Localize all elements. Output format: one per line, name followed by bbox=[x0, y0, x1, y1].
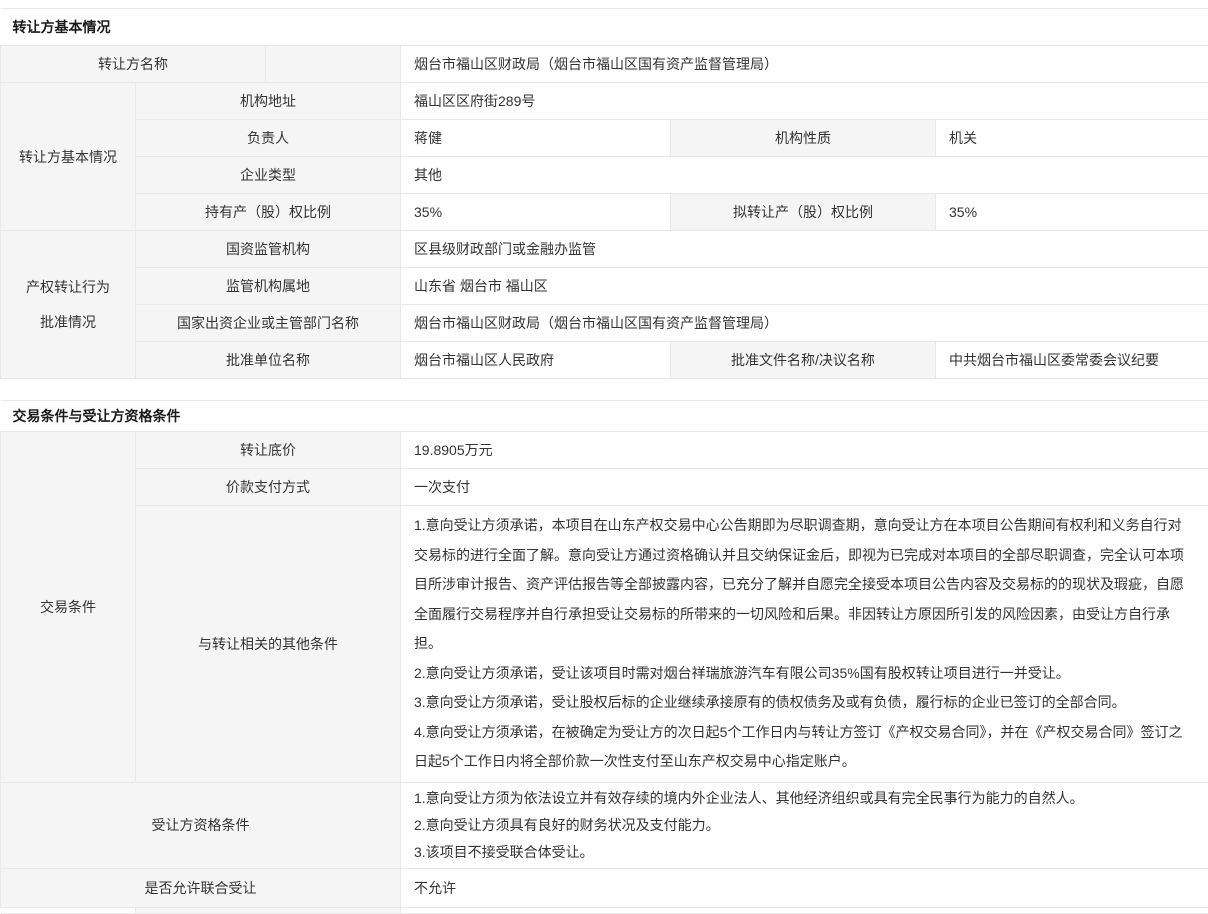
clipped-cell bbox=[1, 907, 136, 913]
row-clipped-bottom bbox=[1, 907, 1208, 913]
approval-group-label: 产权转让行为 批准情况 bbox=[1, 231, 136, 379]
enterprise-type-value: 其他 bbox=[401, 157, 1208, 194]
principal-label: 负责人 bbox=[136, 120, 401, 157]
qualification-value: 1.意向受让方须为依法设立并有效存续的境内外企业法人、其他经济组织或具有完全民事… bbox=[401, 782, 1208, 868]
regulator-value: 区县级财政部门或金融办监管 bbox=[401, 231, 1208, 268]
row-enterprise-type: 企业类型 其他 bbox=[1, 157, 1208, 194]
other-conditions-label: 与转让相关的其他条件 bbox=[136, 506, 401, 783]
row-funding-enterprise: 国家出资企业或主管部门名称 烟台市福山区财政局（烟台市福山区国有资产监督管理局） bbox=[1, 305, 1208, 342]
other-conditions-paragraph: 4.意向受让方须承诺，在被确定为受让方的次日起5个工作日内与转让方签订《产权交易… bbox=[414, 718, 1195, 777]
approval-doc-value: 中共烟台市福山区委常委会议纪要 bbox=[936, 342, 1208, 379]
holding-ratio-value: 35% bbox=[401, 194, 671, 231]
transfer-detail-page: 转让方基本情况 转让方名称 烟台市福山区财政局（烟台市福山区国有资产监督管理局）… bbox=[0, 0, 1208, 914]
org-address-label: 机构地址 bbox=[136, 83, 401, 120]
approval-unit-label: 批准单位名称 bbox=[136, 342, 401, 379]
funding-enterprise-value: 烟台市福山区财政局（烟台市福山区国有资产监督管理局） bbox=[401, 305, 1208, 342]
approval-group-label-line2: 批准情况 bbox=[1, 305, 135, 340]
row-regulator-location: 监管机构属地 山东省 烟台市 福山区 bbox=[1, 268, 1208, 305]
org-nature-label: 机构性质 bbox=[671, 120, 936, 157]
payment-method-value: 一次支付 bbox=[401, 469, 1208, 506]
other-conditions-value: 1.意向受让方须承诺，本项目在山东产权交易中心公告期即为尽职调查期，意向受让方在… bbox=[401, 506, 1208, 783]
org-address-value: 福山区区府街289号 bbox=[401, 83, 1208, 120]
section2-title: 交易条件与受让方资格条件 bbox=[1, 401, 1208, 432]
transfer-ratio-value: 35% bbox=[936, 194, 1208, 231]
regulator-label: 国资监管机构 bbox=[136, 231, 401, 268]
clipped-label-cell bbox=[136, 907, 401, 913]
row-payment-method: 价款支付方式 一次支付 bbox=[1, 469, 1208, 506]
approval-group-label-line1: 产权转让行为 bbox=[1, 270, 135, 305]
transferor-name-label-filler bbox=[266, 46, 401, 83]
row-regulator: 产权转让行为 批准情况 国资监管机构 区县级财政部门或金融办监管 bbox=[1, 231, 1208, 268]
transferor-basic-info-table: 转让方基本情况 转让方名称 烟台市福山区财政局（烟台市福山区国有资产监督管理局）… bbox=[0, 8, 1208, 379]
floor-price-value: 19.8905万元 bbox=[401, 432, 1208, 469]
trade-conditions-group-label: 交易条件 bbox=[1, 432, 136, 783]
transferor-name-value: 烟台市福山区财政局（烟台市福山区国有资产监督管理局） bbox=[401, 46, 1208, 83]
section2-header-row: 交易条件与受让方资格条件 bbox=[1, 401, 1208, 432]
row-holding-ratio: 持有产（股）权比例 35% 拟转让产（股）权比例 35% bbox=[1, 194, 1208, 231]
holding-ratio-label: 持有产（股）权比例 bbox=[136, 194, 401, 231]
other-conditions-paragraph: 3.意向受让方须承诺，受让股权后标的企业继续承接原有的债权债务及或有负债，履行标… bbox=[414, 688, 1195, 718]
qualification-paragraph: 3.该项目不接受联合体受让。 bbox=[414, 839, 1195, 866]
row-approval-unit: 批准单位名称 烟台市福山区人民政府 批准文件名称/决议名称 中共烟台市福山区委常… bbox=[1, 342, 1208, 379]
section1-header-row: 转让方基本情况 bbox=[1, 9, 1208, 46]
clipped-value-cell bbox=[401, 907, 1208, 913]
principal-value: 蒋健 bbox=[401, 120, 671, 157]
other-conditions-paragraph: 2.意向受让方须承诺，受让该项目时需对烟台祥瑞旅游汽车有限公司35%国有股权转让… bbox=[414, 659, 1195, 689]
regulator-location-value: 山东省 烟台市 福山区 bbox=[401, 268, 1208, 305]
qualification-paragraph: 1.意向受让方须为依法设立并有效存续的境内外企业法人、其他经济组织或具有完全民事… bbox=[414, 785, 1195, 812]
org-nature-value: 机关 bbox=[936, 120, 1208, 157]
transferor-name-label: 转让方名称 bbox=[1, 46, 266, 83]
enterprise-type-label: 企业类型 bbox=[136, 157, 401, 194]
joint-transfer-label: 是否允许联合受让 bbox=[1, 868, 401, 907]
funding-enterprise-label: 国家出资企业或主管部门名称 bbox=[136, 305, 401, 342]
approval-doc-label: 批准文件名称/决议名称 bbox=[671, 342, 936, 379]
joint-transfer-value: 不允许 bbox=[401, 868, 1208, 907]
regulator-location-label: 监管机构属地 bbox=[136, 268, 401, 305]
other-conditions-paragraph: 1.意向受让方须承诺，本项目在山东产权交易中心公告期即为尽职调查期，意向受让方在… bbox=[414, 511, 1195, 659]
row-joint-transfer: 是否允许联合受让 不允许 bbox=[1, 868, 1208, 907]
section1-title: 转让方基本情况 bbox=[1, 9, 1208, 46]
row-other-conditions: 与转让相关的其他条件 1.意向受让方须承诺，本项目在山东产权交易中心公告期即为尽… bbox=[1, 506, 1208, 783]
payment-method-label: 价款支付方式 bbox=[136, 469, 401, 506]
basic-info-group-label: 转让方基本情况 bbox=[1, 83, 136, 231]
row-org-address: 转让方基本情况 机构地址 福山区区府街289号 bbox=[1, 83, 1208, 120]
approval-unit-value: 烟台市福山区人民政府 bbox=[401, 342, 671, 379]
floor-price-label: 转让底价 bbox=[136, 432, 401, 469]
trade-conditions-table: 交易条件与受让方资格条件 交易条件 转让底价 19.8905万元 价款支付方式 … bbox=[0, 400, 1208, 914]
row-qualification: 受让方资格条件 1.意向受让方须为依法设立并有效存续的境内外企业法人、其他经济组… bbox=[1, 782, 1208, 868]
row-principal: 负责人 蒋健 机构性质 机关 bbox=[1, 120, 1208, 157]
qualification-paragraph: 2.意向受让方须具有良好的财务状况及支付能力。 bbox=[414, 812, 1195, 839]
row-transferor-name: 转让方名称 烟台市福山区财政局（烟台市福山区国有资产监督管理局） bbox=[1, 46, 1208, 83]
transfer-ratio-label: 拟转让产（股）权比例 bbox=[671, 194, 936, 231]
qualification-label: 受让方资格条件 bbox=[1, 782, 401, 868]
row-floor-price: 交易条件 转让底价 19.8905万元 bbox=[1, 432, 1208, 469]
section-gap bbox=[0, 379, 1208, 400]
